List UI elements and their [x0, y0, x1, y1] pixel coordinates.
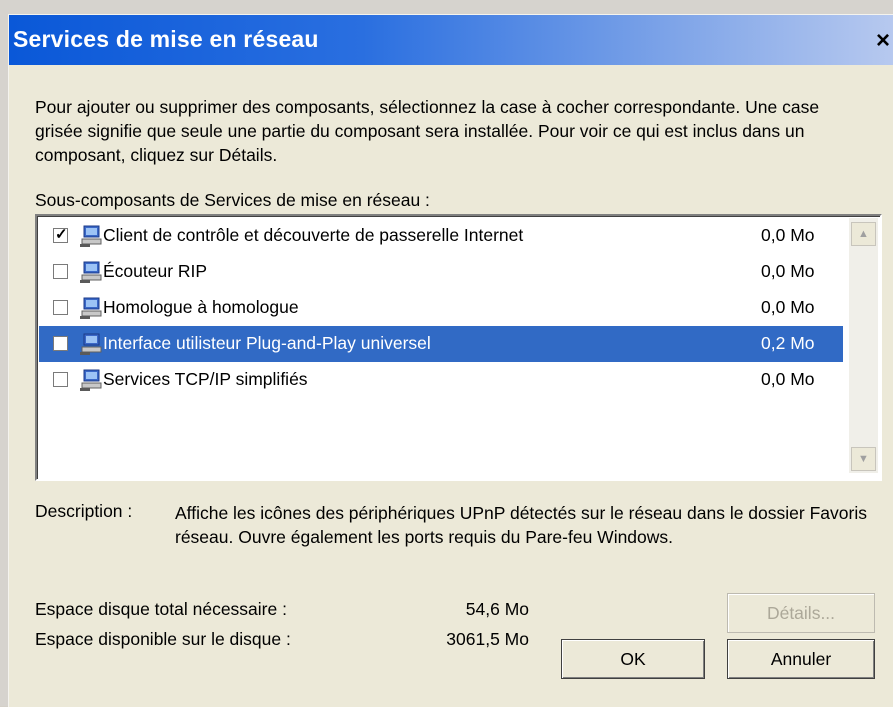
- total-space-value: 54,6 Mo: [465, 599, 529, 619]
- network-computer-icon: [80, 369, 102, 391]
- network-computer-icon: [80, 297, 102, 319]
- instructions-text: Pour ajouter ou supprimer des composants…: [35, 97, 820, 165]
- components-list[interactable]: ✓ Client de contrôle et découverte de pa…: [35, 214, 882, 481]
- details-button[interactable]: Détails...: [727, 593, 875, 633]
- component-label: Interface utilisteur Plug-and-Play unive…: [103, 333, 431, 353]
- list-item[interactable]: ✓ Client de contrôle et découverte de pa…: [39, 218, 843, 254]
- component-label: Homologue à homologue: [103, 297, 299, 317]
- vertical-scrollbar[interactable]: ▲ ▼: [849, 218, 878, 473]
- list-item[interactable]: Écouteur RIP 0,0 Mo: [39, 254, 843, 290]
- component-size: 0,2 Mo: [761, 333, 815, 353]
- network-computer-icon: [80, 333, 102, 355]
- component-checkbox[interactable]: [53, 372, 68, 387]
- component-checkbox[interactable]: ✓: [53, 226, 68, 243]
- subcomponents-label: Sous-composants de Services de mise en r…: [35, 190, 430, 210]
- window-title: Services de mise en réseau: [13, 26, 319, 52]
- component-label: Services TCP/IP simplifiés: [103, 369, 308, 389]
- available-space-label: Espace disponible sur le disque :: [35, 629, 291, 649]
- ok-button[interactable]: OK: [561, 639, 705, 679]
- list-item[interactable]: Services TCP/IP simplifiés 0,0 Mo: [39, 362, 843, 398]
- component-checkbox[interactable]: [53, 336, 68, 351]
- available-space-value: 3061,5 Mo: [446, 629, 529, 649]
- list-item[interactable]: Homologue à homologue 0,0 Mo: [39, 290, 843, 326]
- component-label: Client de contrôle et découverte de pass…: [103, 225, 524, 245]
- scroll-down-icon[interactable]: ▼: [851, 447, 876, 471]
- desktop-background: Services de mise en réseau × Pour ajoute…: [0, 0, 893, 707]
- description-label: Description :: [35, 501, 133, 521]
- close-icon[interactable]: ×: [872, 27, 893, 55]
- network-computer-icon: [80, 225, 102, 247]
- checkmark-icon: ✓: [55, 226, 68, 243]
- cancel-button[interactable]: Annuler: [727, 639, 875, 679]
- component-size: 0,0 Mo: [761, 225, 815, 245]
- title-bar[interactable]: Services de mise en réseau ×: [9, 15, 893, 65]
- component-size: 0,0 Mo: [761, 297, 815, 317]
- component-label: Écouteur RIP: [103, 261, 208, 281]
- list-item[interactable]: Interface utilisteur Plug-and-Play unive…: [39, 326, 843, 362]
- component-size: 0,0 Mo: [761, 261, 815, 281]
- description-text: Affiche les icônes des périphériques UPn…: [175, 503, 867, 547]
- component-size: 0,0 Mo: [761, 369, 815, 389]
- component-checkbox[interactable]: [53, 264, 68, 279]
- scroll-up-icon[interactable]: ▲: [851, 222, 876, 246]
- component-checkbox[interactable]: [53, 300, 68, 315]
- network-computer-icon: [80, 261, 102, 283]
- total-space-label: Espace disque total nécessaire :: [35, 599, 287, 619]
- dialog-window: Services de mise en réseau × Pour ajoute…: [8, 14, 893, 707]
